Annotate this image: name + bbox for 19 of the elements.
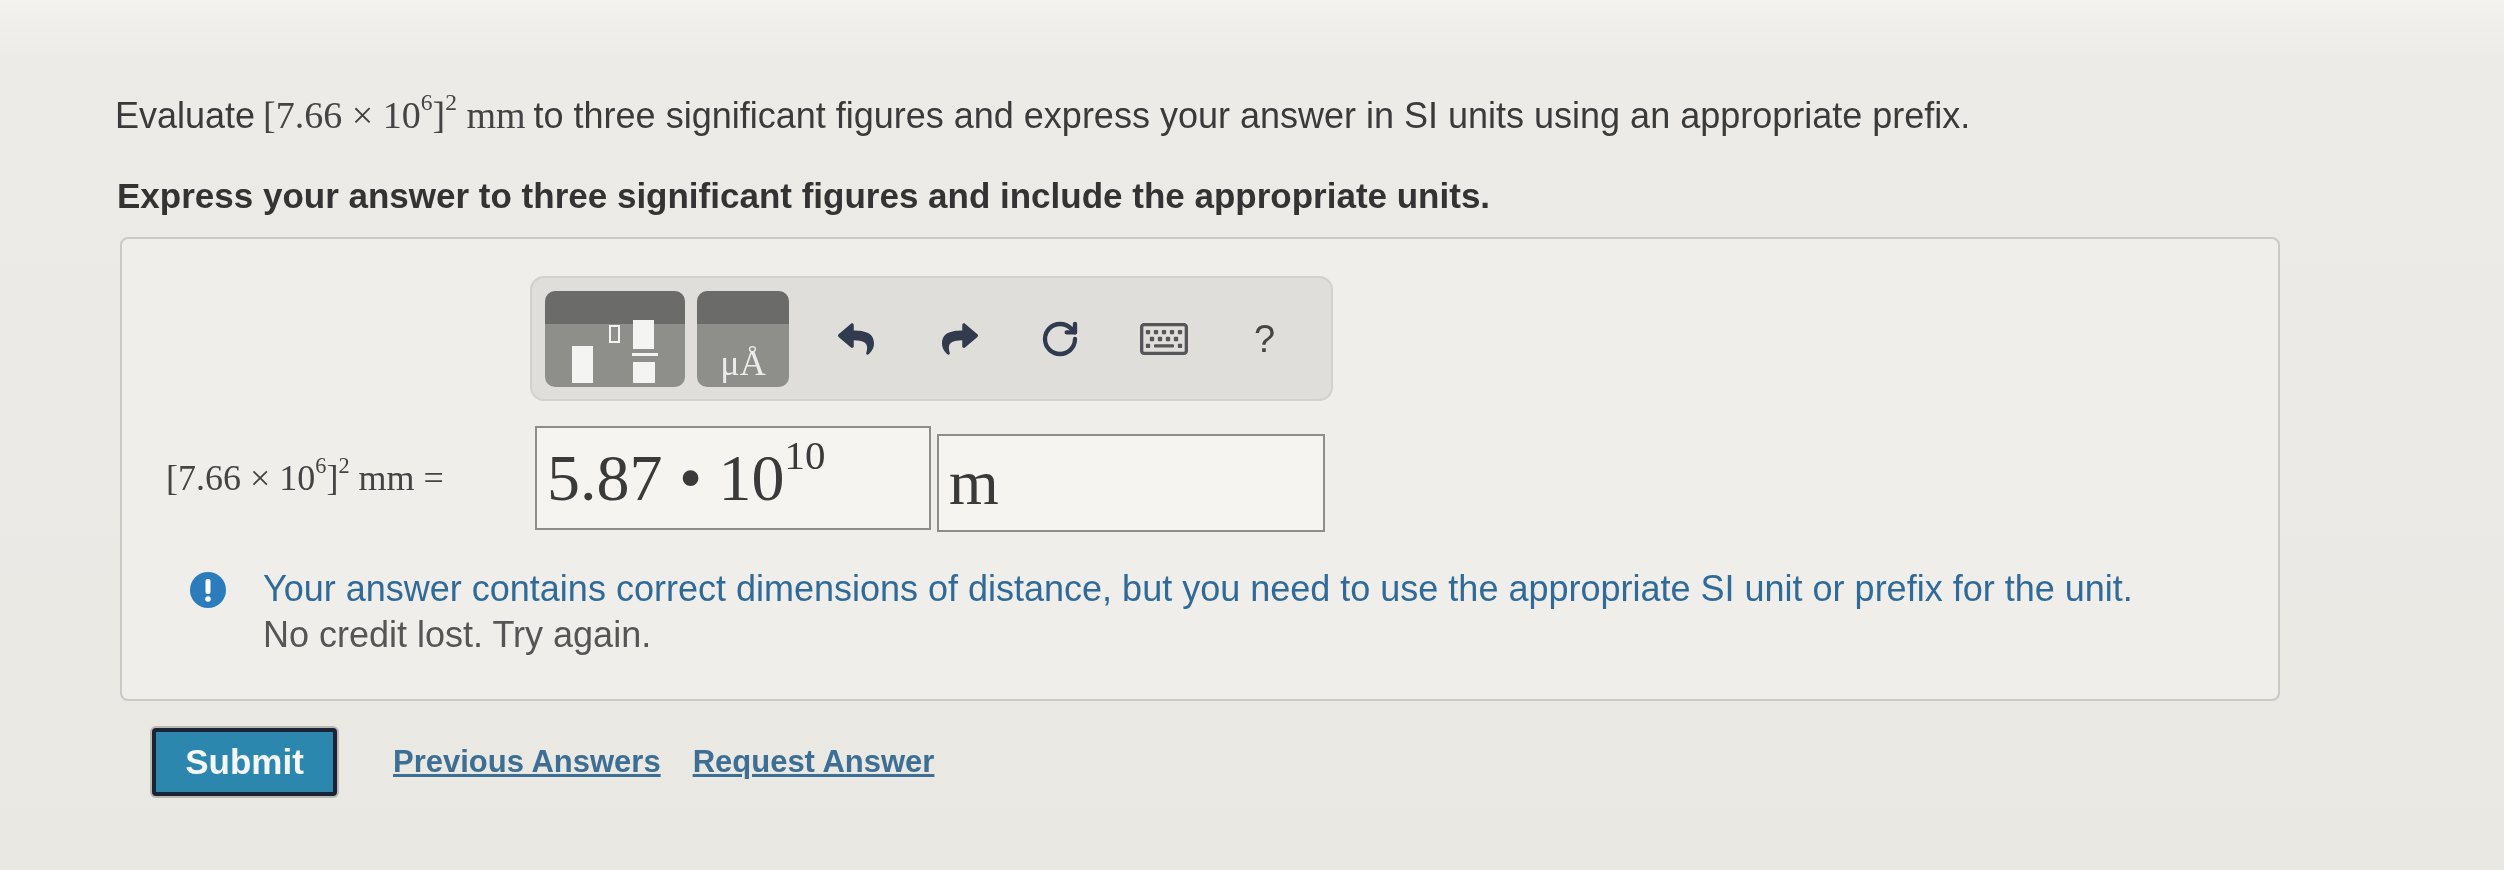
templates-button[interactable] <box>545 290 685 387</box>
submit-button[interactable]: Submit <box>152 728 337 796</box>
answer-value-field[interactable]: 5.87 • 10$^{10}$ <box>535 426 931 530</box>
help-button[interactable]: ? <box>1254 318 1276 359</box>
question-prompt: Evaluate [7.66 × 10$^{6}$]$^{2}$ mm to three significant figures and express your answer in SI units using an appropriate prefix. <box>115 95 1971 136</box>
answer-unit-field[interactable]: m <box>937 434 1325 532</box>
feedback-note: No credit lost. Try again. <box>263 613 653 657</box>
answer-instruction: Express your answer to three significant figures and include the appropriate units. <box>117 176 1491 216</box>
equation-label: [7.66 × 10$^{6}$]$^{2}$ mm = <box>166 457 445 499</box>
action-link[interactable]: Request Answer <box>692 744 935 780</box>
redo-icon <box>942 320 978 357</box>
action-link[interactable]: Previous Answers <box>393 744 661 780</box>
feedback-message: Your answer contains correct dimensions of distance, but you need to use the appropriate SI unit or prefix for the unit. <box>263 567 2133 611</box>
undo-icon <box>838 320 874 357</box>
redo-button[interactable] <box>942 320 978 357</box>
exclamation-icon <box>190 572 226 608</box>
template-squares-icon <box>572 319 658 383</box>
undo-button[interactable] <box>838 320 874 357</box>
units-button[interactable]: μÅ <box>697 290 789 387</box>
